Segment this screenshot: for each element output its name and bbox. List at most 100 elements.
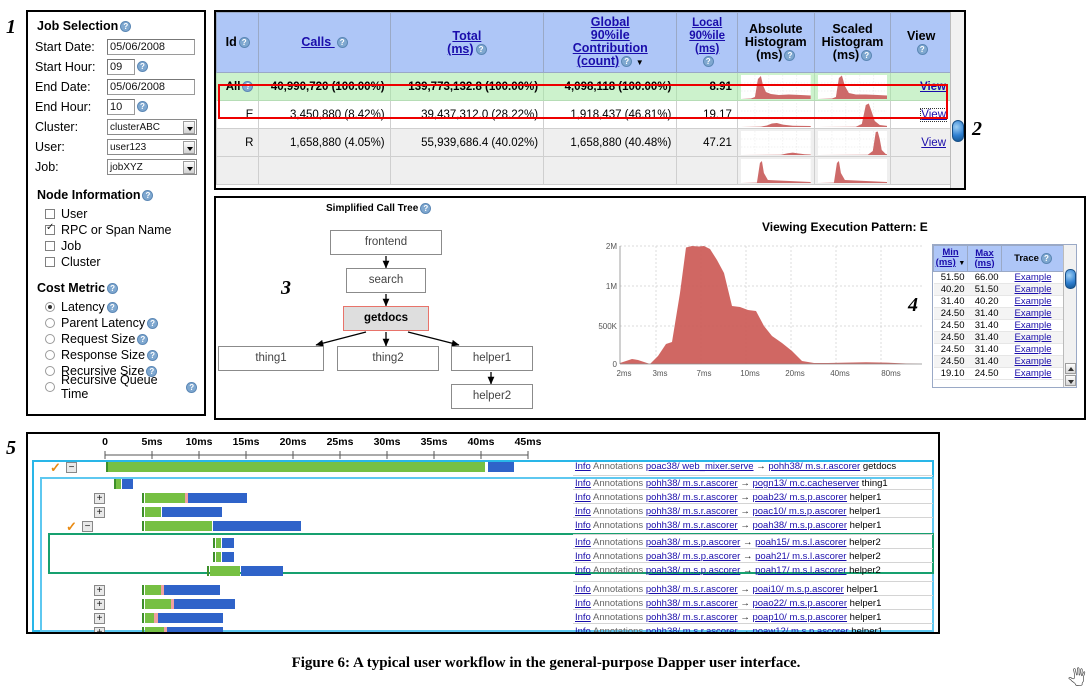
tree-node-thing2[interactable]: thing2: [337, 346, 439, 371]
cell-view[interactable]: [890, 156, 952, 185]
checkbox-icon[interactable]: [45, 241, 55, 251]
trace-row[interactable]: ✓ − Info Annotations poac38/ web_mixer.s…: [28, 460, 938, 475]
cell-trace[interactable]: Example: [1001, 331, 1065, 344]
checkbox-checked-icon[interactable]: [45, 222, 55, 235]
scroll-down-icon[interactable]: [1065, 375, 1076, 386]
table-row[interactable]: 24.50 31.40 Example: [933, 319, 1065, 332]
cell-trace[interactable]: Example: [1001, 367, 1065, 380]
sort-descending-icon[interactable]: ▼: [958, 260, 965, 267]
sort-descending-icon[interactable]: ▼: [636, 58, 644, 67]
table-scrollbar[interactable]: [950, 12, 964, 188]
help-icon[interactable]: ?: [120, 21, 132, 33]
expand-icon[interactable]: +: [94, 507, 105, 518]
example-link[interactable]: Example: [1015, 296, 1052, 307]
example-link[interactable]: Example: [1015, 368, 1052, 379]
radio-response-size[interactable]: Response Size ?: [45, 347, 197, 363]
chevron-down-icon[interactable]: [183, 120, 195, 134]
example-link[interactable]: Example: [1015, 344, 1052, 355]
radio-icon[interactable]: [45, 334, 55, 344]
expand-icon[interactable]: +: [94, 585, 105, 596]
source-host-link[interactable]: pohh38/ m.s.r.ascorer: [646, 492, 738, 503]
scrollbar-thumb[interactable]: [1065, 269, 1076, 289]
source-host-link[interactable]: pohh38/ m.s.r.ascorer: [646, 520, 738, 531]
col-global-line3[interactable]: Contribution: [573, 41, 648, 55]
help-icon[interactable]: ?: [137, 61, 148, 72]
job-select[interactable]: jobXYZ: [107, 158, 197, 175]
col-local-line1[interactable]: Local: [692, 17, 722, 29]
col-total-line1[interactable]: Total: [452, 29, 481, 43]
checkmark-icon[interactable]: ✓: [66, 520, 77, 533]
table-row[interactable]: 40.20 51.50 Example: [933, 283, 1065, 296]
source-host-link[interactable]: poah38/ m.s.p.ascorer: [646, 551, 741, 562]
help-icon[interactable]: ?: [702, 55, 714, 67]
table-row[interactable]: 24.50 31.40 Example: [933, 343, 1065, 356]
source-host-link[interactable]: pohh38/ m.s.r.ascorer: [646, 478, 738, 489]
collapse-icon[interactable]: −: [66, 462, 77, 473]
dest-host-link[interactable]: poah15/ m.s.l.ascorer: [755, 537, 846, 548]
checkmark-icon[interactable]: ✓: [50, 461, 61, 474]
cell-trace[interactable]: Example: [1001, 295, 1065, 308]
example-link[interactable]: Example: [1015, 320, 1052, 331]
help-icon[interactable]: ?: [147, 317, 159, 329]
table-row-partial[interactable]: [216, 156, 952, 185]
table-row[interactable]: 31.40 40.20 Example: [933, 295, 1065, 308]
table-row[interactable]: 51.50 66.00 Example: [933, 271, 1065, 284]
example-link[interactable]: Example: [1015, 356, 1052, 367]
dest-host-link[interactable]: poab23/ m.s.p.ascorer: [752, 492, 847, 503]
trace-row-text[interactable]: Info Annotations pohh38/ m.s.r.ascorer →…: [575, 520, 881, 532]
radio-icon[interactable]: [45, 382, 55, 392]
help-icon[interactable]: ?: [238, 37, 250, 49]
radio-recursive-queue-time[interactable]: Recursive Queue Time ?: [45, 373, 197, 401]
source-host-link[interactable]: pohh38/ m.s.r.ascorer: [646, 584, 738, 595]
col-local-line3[interactable]: (ms): [695, 43, 719, 55]
help-icon[interactable]: ?: [106, 301, 118, 313]
dest-host-link[interactable]: pogn13/ m.c.cacheserver: [752, 478, 859, 489]
help-icon[interactable]: ?: [1040, 252, 1052, 264]
dest-host-link[interactable]: poao22/ m.s.p.ascorer: [752, 598, 847, 609]
help-icon[interactable]: ?: [621, 56, 633, 68]
scroll-up-icon[interactable]: [1065, 363, 1076, 374]
dest-host-link[interactable]: poap10/ m.s.p.ascorer: [752, 612, 847, 623]
help-icon[interactable]: ?: [784, 50, 796, 62]
cell-trace[interactable]: Example: [1001, 307, 1065, 320]
start-hour-input[interactable]: 09: [107, 58, 135, 75]
checkbox-icon[interactable]: [45, 257, 55, 267]
example-link[interactable]: Example: [1015, 284, 1052, 295]
info-link[interactable]: Info: [575, 565, 591, 576]
source-host-link[interactable]: pohh38/ m.s.r.ascorer: [646, 598, 738, 609]
dest-host-link[interactable]: poah17/ m.s.l.ascorer: [755, 565, 846, 576]
source-host-link[interactable]: pohh38/ m.s.r.ascorer: [646, 506, 738, 517]
checkbox-rpc-or-span-name[interactable]: RPC or Span Name: [45, 222, 197, 238]
example-link[interactable]: Example: [1015, 332, 1052, 343]
trace-row[interactable]: + Info Annotations pohh38/ m.s.r.ascorer…: [28, 625, 938, 632]
radio-icon[interactable]: [45, 350, 55, 360]
trace-row-text[interactable]: Info Annotations poac38/ web_mixer.serve…: [575, 461, 896, 473]
tree-node-helper2[interactable]: helper2: [451, 384, 533, 409]
table-row[interactable]: E 3,450,880 (8.42%) 39,437,312.0 (28.22%…: [216, 100, 952, 129]
cell-trace[interactable]: Example: [1001, 355, 1065, 368]
start-date-input[interactable]: 05/06/2008: [107, 38, 195, 55]
scrollbar-thumb[interactable]: [952, 120, 964, 142]
checkbox-cluster[interactable]: Cluster: [45, 254, 197, 270]
example-link[interactable]: Example: [1015, 272, 1052, 283]
info-link[interactable]: Info: [575, 520, 591, 531]
help-icon[interactable]: ?: [137, 333, 149, 345]
dest-host-link[interactable]: poah21/ m.s.l.ascorer: [755, 551, 846, 562]
radio-request-size[interactable]: Request Size ?: [45, 331, 197, 347]
tree-node-helper1[interactable]: helper1: [451, 346, 533, 371]
help-icon[interactable]: ?: [142, 190, 154, 202]
info-link[interactable]: Info: [575, 584, 591, 595]
tree-node-frontend[interactable]: frontend: [330, 230, 442, 255]
tree-node-getdocs[interactable]: getdocs: [343, 306, 429, 331]
help-icon[interactable]: ?: [147, 349, 159, 361]
info-link[interactable]: Info: [575, 478, 591, 489]
radio-selected-icon[interactable]: [45, 302, 55, 312]
table-row[interactable]: 19.10 24.50 Example: [933, 367, 1065, 380]
col-calls[interactable]: Calls ?: [258, 12, 391, 73]
help-icon[interactable]: ?: [336, 37, 348, 49]
checkbox-user[interactable]: User: [45, 206, 197, 222]
help-icon[interactable]: ?: [861, 50, 873, 62]
trace-row[interactable]: ✓ − Info Annotations pohh38/ m.s.r.ascor…: [28, 519, 938, 534]
cell-trace[interactable]: Example: [1001, 283, 1065, 296]
radio-parent-latency[interactable]: Parent Latency ?: [45, 315, 197, 331]
